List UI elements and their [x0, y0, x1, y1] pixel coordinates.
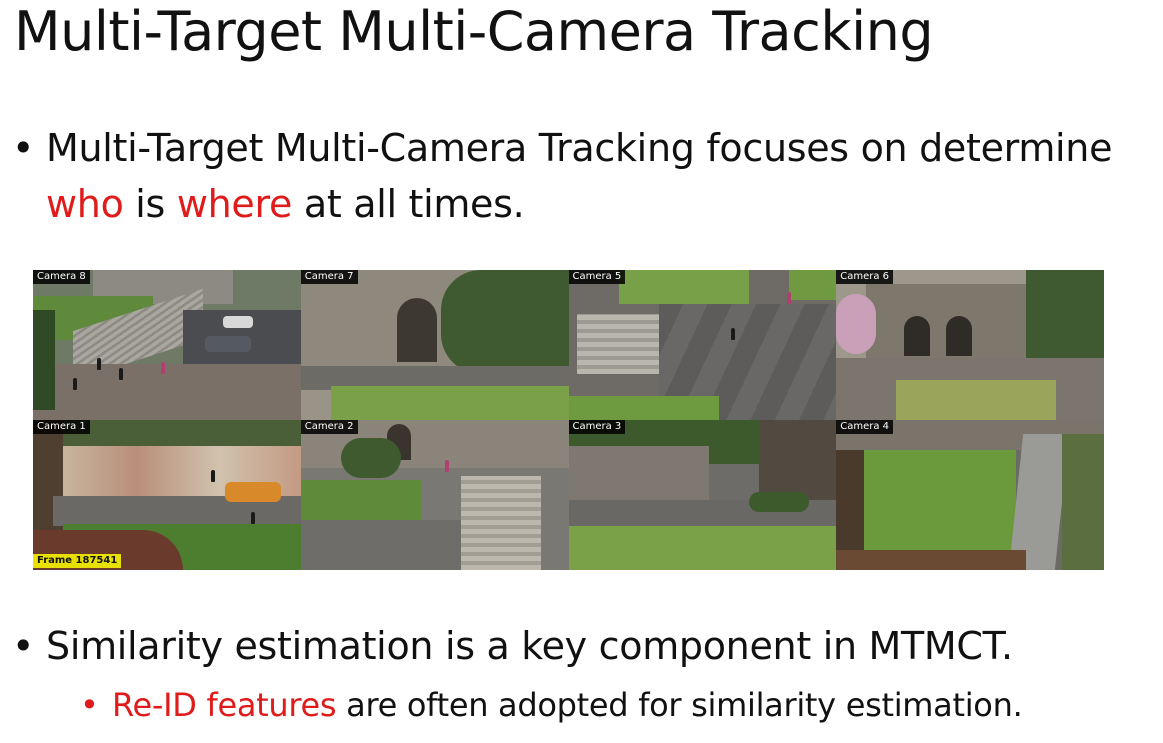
camera-view-7: Camera 7 — [300, 270, 569, 420]
camera-label: Camera 7 — [300, 270, 358, 284]
slide-title: Multi-Target Multi-Camera Tracking — [14, 0, 934, 63]
camera-label: Camera 8 — [33, 270, 90, 284]
camera-view-8: Camera 8 — [33, 270, 301, 420]
camera-view-4: Camera 4 — [836, 420, 1104, 570]
bullet-glyph: • — [12, 126, 35, 170]
camera-grid: Camera 8 Camera 7 Camera 5 Camera 6 Came… — [33, 270, 1104, 570]
bullet1-middle: is — [123, 182, 177, 226]
camera-label: Camera 3 — [568, 420, 626, 434]
camera-label: Camera 1 — [33, 420, 90, 434]
camera-view-2: Camera 2 — [300, 420, 569, 570]
bullet2-text: Similarity estimation is a key component… — [46, 624, 1013, 668]
bullet1-where: where — [176, 182, 293, 226]
camera-view-6: Camera 6 — [836, 270, 1104, 420]
bullet1-suffix: at all times. — [292, 182, 525, 226]
bullet1-who: who — [46, 182, 124, 226]
camera-label: Camera 4 — [836, 420, 894, 434]
sub-bullet-highlight: Re-ID features — [112, 686, 337, 724]
bullet-glyph: • — [12, 624, 35, 668]
sub-bullet-glyph: • — [80, 686, 99, 724]
sub-bullet-rest: are often adopted for similarity estimat… — [336, 686, 1023, 724]
camera-view-3: Camera 3 — [568, 420, 837, 570]
camera-view-1: Camera 1 — [33, 420, 301, 570]
camera-label: Camera 6 — [836, 270, 894, 284]
frame-counter: Frame 187541 — [33, 554, 122, 568]
camera-view-5: Camera 5 — [568, 270, 837, 420]
bullet1-prefix: Multi-Target Multi-Camera Tracking focus… — [46, 126, 1113, 170]
camera-label: Camera 2 — [300, 420, 358, 434]
sub-bullet-reid: • Re-ID features are often adopted for s… — [80, 682, 1023, 728]
camera-label: Camera 5 — [568, 270, 626, 284]
bullet-similarity-estimation: • Similarity estimation is a key compone… — [12, 618, 1146, 674]
bullet-mtmct-definition: • Multi-Target Multi-Camera Tracking foc… — [12, 120, 1136, 232]
